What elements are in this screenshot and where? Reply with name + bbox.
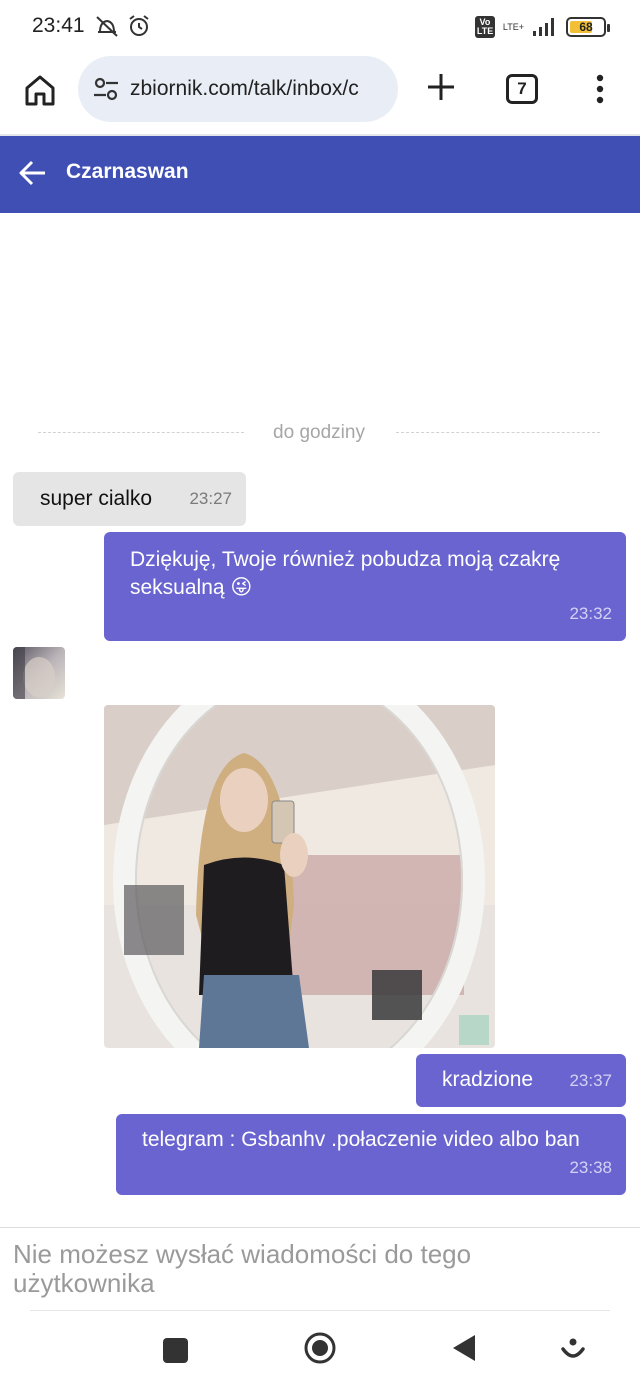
message-time: 23:27 [189, 489, 232, 508]
message-text: kradzione [442, 1068, 534, 1091]
message-time: 23:32 [569, 604, 612, 623]
status-bar: 23:41 Vo LTE LTE+ 68 [0, 0, 640, 56]
battery-icon: 68 [566, 17, 610, 37]
plus-icon[interactable] [424, 70, 458, 104]
alarm-icon [129, 15, 149, 36]
message-image[interactable] [104, 705, 495, 1048]
home-icon[interactable] [22, 72, 58, 108]
back-arrow-icon[interactable] [18, 158, 48, 188]
bell-off-icon [96, 16, 118, 37]
message-incoming: super cialko 23:27 [13, 472, 246, 526]
message-outgoing: Dziękuję, Twoje również pobudza moją cza… [104, 532, 626, 641]
status-right: Vo LTE LTE+ 68 [474, 16, 610, 38]
browser-toolbar: zbiornik.com/talk/inbox/c 7 [0, 56, 640, 136]
more-vert-icon[interactable] [588, 72, 612, 106]
avatar[interactable] [13, 647, 65, 699]
status-icons [94, 14, 152, 38]
compose-disabled-notice: Nie możesz wysłać wiadomości do tego uży… [13, 1239, 472, 1298]
nav-assistant-icon[interactable] [560, 1336, 586, 1362]
footer-underline [30, 1310, 610, 1311]
nav-home-icon[interactable] [303, 1331, 337, 1365]
chat-header: Czarnaswan [0, 136, 640, 213]
date-separator: do godziny [38, 420, 600, 446]
message-outgoing: kradzione 23:37 [416, 1054, 626, 1107]
tabs-icon[interactable]: 7 [506, 74, 538, 104]
status-time: 23:41 [32, 14, 85, 37]
date-separator-label: do godziny [273, 422, 365, 443]
signal-icon [533, 18, 554, 36]
volte-badge: Vo LTE [474, 16, 495, 38]
nav-back-icon[interactable] [450, 1333, 478, 1363]
message-outgoing: telegram : Gsbanhv .połaczenie video alb… [116, 1114, 626, 1195]
message-text: Dziękuję, Twoje również pobudza moją cza… [130, 548, 561, 599]
battery-level: 68 [579, 20, 593, 34]
system-nav-bar [0, 1318, 640, 1387]
network-type: LTE+ [502, 22, 524, 32]
footer-divider [0, 1227, 640, 1228]
message-time: 23:38 [569, 1158, 612, 1177]
nav-recents-icon[interactable] [163, 1338, 188, 1363]
site-settings-icon[interactable] [92, 75, 120, 103]
address-bar[interactable]: zbiornik.com/talk/inbox/c [78, 56, 398, 122]
message-text: telegram : Gsbanhv .połaczenie video alb… [142, 1128, 580, 1151]
url-text[interactable]: zbiornik.com/talk/inbox/c [130, 77, 359, 101]
message-time: 23:37 [569, 1071, 612, 1090]
page-title[interactable]: Czarnaswan [66, 160, 189, 184]
message-text: super cialko [40, 487, 153, 510]
